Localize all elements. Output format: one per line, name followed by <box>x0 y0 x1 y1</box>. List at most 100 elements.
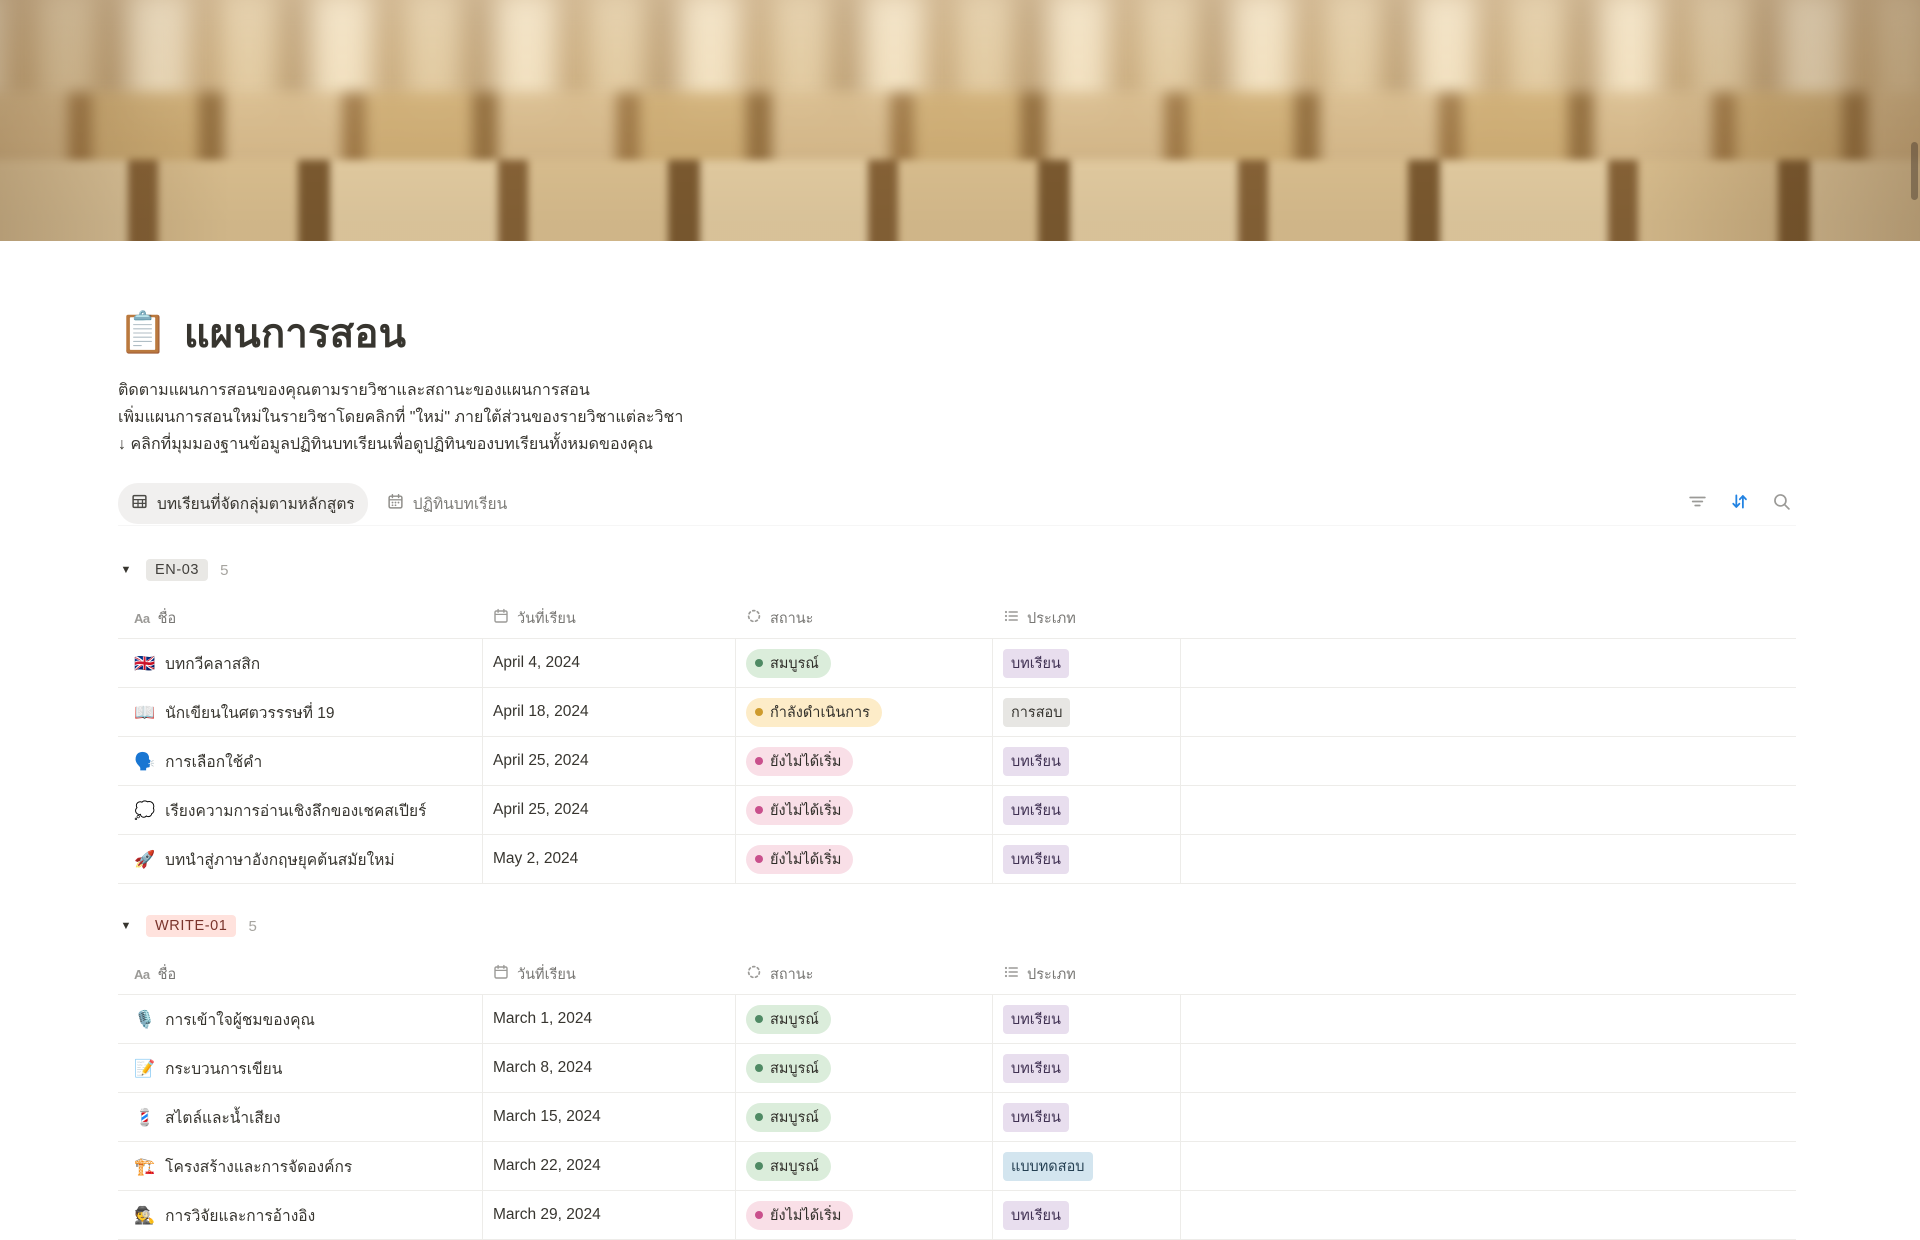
cell-name[interactable]: 💭 เรียงความการอ่านเชิงลึกของเชคสเปียร์ <box>118 786 483 834</box>
column-header-date[interactable]: วันที่เรียน <box>483 963 736 986</box>
cell-status[interactable]: ยังไม่ได้เริ่ม <box>736 737 993 785</box>
column-header-status[interactable]: สถานะ <box>736 963 993 986</box>
table-row[interactable]: 💭 เรียงความการอ่านเชิงลึกของเชคสเปียร์ A… <box>118 786 1796 835</box>
cell-status[interactable]: สมบูรณ์ <box>736 639 993 687</box>
cell-type[interactable]: แบบทดสอบ <box>993 1142 1181 1190</box>
collapse-caret-icon[interactable]: ▼ <box>118 564 134 576</box>
column-header-type[interactable]: ประเภท <box>993 607 1181 630</box>
column-header-name[interactable]: Aa ชื่อ <box>118 963 483 986</box>
status-badge[interactable]: ยังไม่ได้เริ่ม <box>746 747 853 776</box>
cell-status[interactable]: ยังไม่ได้เริ่ม <box>736 1191 993 1239</box>
filter-button[interactable] <box>1684 491 1710 517</box>
cell-type[interactable]: บทเรียน <box>993 835 1181 883</box>
cell-date[interactable]: March 1, 2024 <box>483 995 736 1043</box>
cell-name[interactable]: 🕵️ การวิจัยและการอ้างอิง <box>118 1191 483 1239</box>
cell-date[interactable]: April 25, 2024 <box>483 737 736 785</box>
table-row[interactable]: 🇬🇧 บทกวีคลาสสิก April 4, 2024 สมบูรณ์ บท… <box>118 639 1796 688</box>
status-badge[interactable]: ยังไม่ได้เริ่ม <box>746 1201 853 1230</box>
cell-status[interactable]: สมบูรณ์ <box>736 1142 993 1190</box>
status-badge[interactable]: สมบูรณ์ <box>746 1152 831 1181</box>
row-title[interactable]: นักเขียนในศตวรรรษที่ 19 <box>165 700 334 725</box>
collapse-caret-icon[interactable]: ▼ <box>118 920 134 932</box>
cell-date[interactable]: May 2, 2024 <box>483 835 736 883</box>
table-row[interactable]: 🏗️ โครงสร้างและการจัดองค์กร March 22, 20… <box>118 1142 1796 1191</box>
status-badge[interactable]: สมบูรณ์ <box>746 1005 831 1034</box>
search-button[interactable] <box>1768 491 1794 517</box>
cell-date[interactable]: March 29, 2024 <box>483 1191 736 1239</box>
table-row[interactable]: 🎙️ การเข้าใจผู้ชมของคุณ March 1, 2024 สม… <box>118 995 1796 1044</box>
cell-type[interactable]: บทเรียน <box>993 1191 1181 1239</box>
cell-name[interactable]: 🎙️ การเข้าใจผู้ชมของคุณ <box>118 995 483 1043</box>
type-badge[interactable]: บทเรียน <box>1003 1201 1069 1230</box>
view-tab-table[interactable]: บทเรียนที่จัดกลุ่มตามหลักสูตร <box>118 483 368 524</box>
cell-type[interactable]: บทเรียน <box>993 639 1181 687</box>
row-title[interactable]: บทนำสู่ภาษาอังกฤษยุคต้นสมัยใหม่ <box>165 847 394 872</box>
row-title[interactable]: การเข้าใจผู้ชมของคุณ <box>165 1007 315 1032</box>
status-badge[interactable]: ยังไม่ได้เริ่ม <box>746 845 853 874</box>
column-header-date[interactable]: วันที่เรียน <box>483 607 736 630</box>
row-title[interactable]: กระบวนการเขียน <box>165 1056 282 1081</box>
type-badge[interactable]: บทเรียน <box>1003 747 1069 776</box>
table-row[interactable]: 📖 นักเขียนในศตวรรรษที่ 19 April 18, 2024… <box>118 688 1796 737</box>
clipboard-page-icon[interactable]: 📋 <box>118 313 168 353</box>
type-badge[interactable]: บทเรียน <box>1003 649 1069 678</box>
type-badge[interactable]: บทเรียน <box>1003 1103 1069 1132</box>
sort-button[interactable] <box>1726 491 1752 517</box>
cell-name[interactable]: 💈 สไตล์และน้ำเสียง <box>118 1093 483 1141</box>
cell-status[interactable]: ยังไม่ได้เริ่ม <box>736 835 993 883</box>
table-row[interactable]: 💈 สไตล์และน้ำเสียง March 15, 2024 สมบูรณ… <box>118 1093 1796 1142</box>
status-badge[interactable]: สมบูรณ์ <box>746 649 831 678</box>
cell-date[interactable]: April 25, 2024 <box>483 786 736 834</box>
cell-status[interactable]: ยังไม่ได้เริ่ม <box>736 786 993 834</box>
group-badge[interactable]: WRITE-01 <box>146 915 236 937</box>
cover-image[interactable] <box>0 0 1920 241</box>
cell-type[interactable]: บทเรียน <box>993 1044 1181 1092</box>
type-badge[interactable]: บทเรียน <box>1003 796 1069 825</box>
cell-date[interactable]: April 18, 2024 <box>483 688 736 736</box>
cell-type[interactable]: การสอบ <box>993 688 1181 736</box>
cell-date[interactable]: March 8, 2024 <box>483 1044 736 1092</box>
table-row[interactable]: 🗣️ การเลือกใช้คำ April 25, 2024 ยังไม่ได… <box>118 737 1796 786</box>
cell-date[interactable]: March 22, 2024 <box>483 1142 736 1190</box>
cell-type[interactable]: บทเรียน <box>993 786 1181 834</box>
column-header-status[interactable]: สถานะ <box>736 607 993 630</box>
cell-name[interactable]: 🗣️ การเลือกใช้คำ <box>118 737 483 785</box>
table-row[interactable]: 🚀 บทนำสู่ภาษาอังกฤษยุคต้นสมัยใหม่ May 2,… <box>118 835 1796 884</box>
cell-status[interactable]: สมบูรณ์ <box>736 995 993 1043</box>
group-badge[interactable]: EN-03 <box>146 559 208 581</box>
cell-status[interactable]: กำลังดำเนินการ <box>736 688 993 736</box>
row-title[interactable]: การเลือกใช้คำ <box>165 749 262 774</box>
status-badge[interactable]: สมบูรณ์ <box>746 1103 831 1132</box>
row-title[interactable]: บทกวีคลาสสิก <box>165 651 260 676</box>
table-row[interactable]: 📝 กระบวนการเขียน March 8, 2024 สมบูรณ์ บ… <box>118 1044 1796 1093</box>
status-badge[interactable]: สมบูรณ์ <box>746 1054 831 1083</box>
cell-status[interactable]: สมบูรณ์ <box>736 1044 993 1092</box>
row-title[interactable]: สไตล์และน้ำเสียง <box>165 1105 280 1130</box>
cell-name[interactable]: 📝 กระบวนการเขียน <box>118 1044 483 1092</box>
cell-date[interactable]: March 15, 2024 <box>483 1093 736 1141</box>
type-badge[interactable]: บทเรียน <box>1003 1054 1069 1083</box>
scrollbar[interactable] <box>1911 142 1918 200</box>
row-title[interactable]: การวิจัยและการอ้างอิง <box>165 1203 315 1228</box>
status-badge[interactable]: กำลังดำเนินการ <box>746 698 882 727</box>
cell-name[interactable]: 🚀 บทนำสู่ภาษาอังกฤษยุคต้นสมัยใหม่ <box>118 835 483 883</box>
view-tab-calendar[interactable]: ปฏิทินบทเรียน <box>374 483 520 524</box>
column-header-type[interactable]: ประเภท <box>993 963 1181 986</box>
cell-name[interactable]: 🏗️ โครงสร้างและการจัดองค์กร <box>118 1142 483 1190</box>
cell-name[interactable]: 📖 นักเขียนในศตวรรรษที่ 19 <box>118 688 483 736</box>
table-row[interactable]: 🕵️ การวิจัยและการอ้างอิง March 29, 2024 … <box>118 1191 1796 1240</box>
cell-type[interactable]: บทเรียน <box>993 995 1181 1043</box>
column-header-name[interactable]: Aa ชื่อ <box>118 607 483 630</box>
cell-type[interactable]: บทเรียน <box>993 737 1181 785</box>
cell-type[interactable]: บทเรียน <box>993 1093 1181 1141</box>
cell-date[interactable]: April 4, 2024 <box>483 639 736 687</box>
type-badge[interactable]: บทเรียน <box>1003 845 1069 874</box>
cell-name[interactable]: 🇬🇧 บทกวีคลาสสิก <box>118 639 483 687</box>
type-badge[interactable]: บทเรียน <box>1003 1005 1069 1034</box>
type-badge[interactable]: แบบทดสอบ <box>1003 1152 1093 1181</box>
row-title[interactable]: เรียงความการอ่านเชิงลึกของเชคสเปียร์ <box>165 798 426 823</box>
row-title[interactable]: โครงสร้างและการจัดองค์กร <box>165 1154 352 1179</box>
cell-status[interactable]: สมบูรณ์ <box>736 1093 993 1141</box>
type-badge[interactable]: การสอบ <box>1003 698 1070 727</box>
status-badge[interactable]: ยังไม่ได้เริ่ม <box>746 796 853 825</box>
